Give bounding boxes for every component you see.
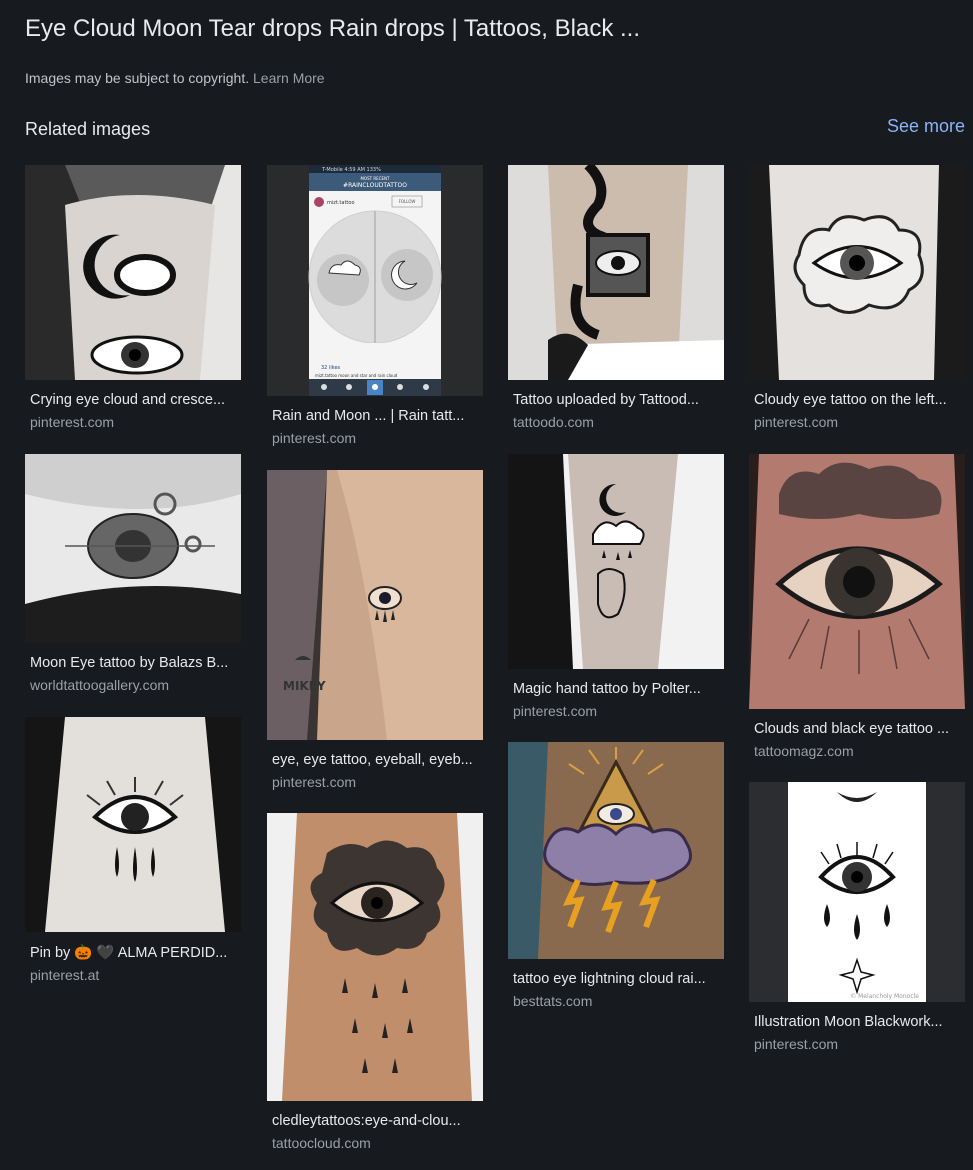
result-source[interactable]: pinterest.com [754, 414, 960, 430]
result-thumbnail[interactable] [25, 165, 241, 380]
mikey-watermark: MIKEY [283, 679, 326, 693]
result-title[interactable]: Pin by 🎃 🖤 ALMA PERDID... [30, 944, 236, 961]
result-title[interactable]: Tattoo uploaded by Tattood... [513, 392, 719, 408]
result-card[interactable]: T-Mobile 4:59 AM 133% MOST RECENT #RAINC… [267, 165, 483, 446]
phone-user: mizt.tattoo [327, 200, 355, 206]
result-source[interactable]: pinterest.com [272, 774, 478, 790]
page-title: Eye Cloud Moon Tear drops Rain drops | T… [25, 15, 640, 42]
copyright-text: Images may be subject to copyright. [25, 70, 250, 86]
result-thumbnail[interactable] [508, 742, 724, 959]
result-card[interactable]: cledleytattoos:eye-and-clou... tattooclo… [267, 813, 483, 1151]
result-thumbnail[interactable] [25, 717, 241, 932]
phone-most-recent: MOST RECENT [361, 176, 390, 181]
phone-likes: 32 likes [321, 365, 341, 371]
learn-more-link[interactable]: Learn More [253, 70, 325, 86]
result-title[interactable]: Cloudy eye tattoo on the left... [754, 392, 960, 408]
result-title[interactable]: eye, eye tattoo, eyeball, eyeb... [272, 752, 478, 768]
result-source[interactable]: pinterest.com [272, 430, 478, 446]
result-title[interactable]: Magic hand tattoo by Polter... [513, 681, 719, 697]
result-card[interactable]: Magic hand tattoo by Polter... pinterest… [508, 454, 724, 719]
result-source[interactable]: worldtattoogallery.com [30, 677, 236, 693]
phone-follow: FOLLOW [399, 199, 416, 204]
result-title[interactable]: cledleytattoos:eye-and-clou... [272, 1113, 478, 1129]
result-thumbnail[interactable]: © Melancholy Monocle [749, 782, 965, 1002]
result-thumbnail[interactable] [25, 454, 241, 643]
result-title[interactable]: Illustration Moon Blackwork... [754, 1014, 960, 1030]
see-more-link[interactable]: See more [887, 116, 965, 137]
result-source[interactable]: pinterest.at [30, 967, 236, 983]
signature-watermark: © Melancholy Monocle [850, 993, 919, 1000]
result-title[interactable]: Moon Eye tattoo by Balazs B... [30, 655, 236, 671]
result-card[interactable]: Clouds and black eye tattoo ... tattooma… [749, 454, 965, 759]
result-title[interactable]: Crying eye cloud and cresce... [30, 392, 236, 408]
result-title[interactable]: tattoo eye lightning cloud rai... [513, 971, 719, 987]
copyright-notice: Images may be subject to copyright. Lear… [25, 70, 325, 86]
result-card[interactable]: Cloudy eye tattoo on the left... pintere… [749, 165, 965, 430]
phone-hashtag: #RAINCLOUDTATTOO [343, 182, 407, 189]
result-card[interactable]: Tattoo uploaded by Tattood... tattoodo.c… [508, 165, 724, 430]
related-images-heading: Related images [25, 119, 151, 139]
result-source[interactable]: pinterest.com [754, 1036, 960, 1052]
result-thumbnail[interactable] [749, 165, 965, 380]
result-source[interactable]: tattoomagz.com [754, 743, 960, 759]
result-thumbnail[interactable] [749, 454, 965, 709]
result-thumbnail[interactable] [267, 813, 483, 1101]
phone-caption: mizt.tattoo moon and star and rain cloud [315, 373, 398, 378]
result-card[interactable]: Crying eye cloud and cresce... pinterest… [25, 165, 241, 430]
result-card[interactable]: MIKEY eye, eye tattoo, eyeball, eyeb... … [267, 470, 483, 790]
result-title[interactable]: Rain and Moon ... | Rain tatt... [272, 408, 478, 424]
result-thumbnail[interactable] [508, 454, 724, 669]
result-thumbnail[interactable] [508, 165, 724, 380]
result-source[interactable]: pinterest.com [30, 414, 236, 430]
result-card[interactable]: © Melancholy Monocle Illustration Moon B… [749, 782, 965, 1052]
result-source[interactable]: tattoocloud.com [272, 1135, 478, 1151]
result-thumbnail[interactable]: MIKEY [267, 470, 483, 740]
result-card[interactable]: tattoo eye lightning cloud rai... bestta… [508, 742, 724, 1009]
result-card[interactable]: Moon Eye tattoo by Balazs B... worldtatt… [25, 454, 241, 693]
phone-status: T-Mobile 4:59 AM 133% [321, 167, 381, 173]
result-source[interactable]: besttats.com [513, 993, 719, 1009]
result-card[interactable]: Pin by 🎃 🖤 ALMA PERDID... pinterest.at [25, 717, 241, 983]
result-source[interactable]: tattoodo.com [513, 414, 719, 430]
result-source[interactable]: pinterest.com [513, 703, 719, 719]
result-thumbnail[interactable]: T-Mobile 4:59 AM 133% MOST RECENT #RAINC… [267, 165, 483, 396]
result-title[interactable]: Clouds and black eye tattoo ... [754, 721, 960, 737]
